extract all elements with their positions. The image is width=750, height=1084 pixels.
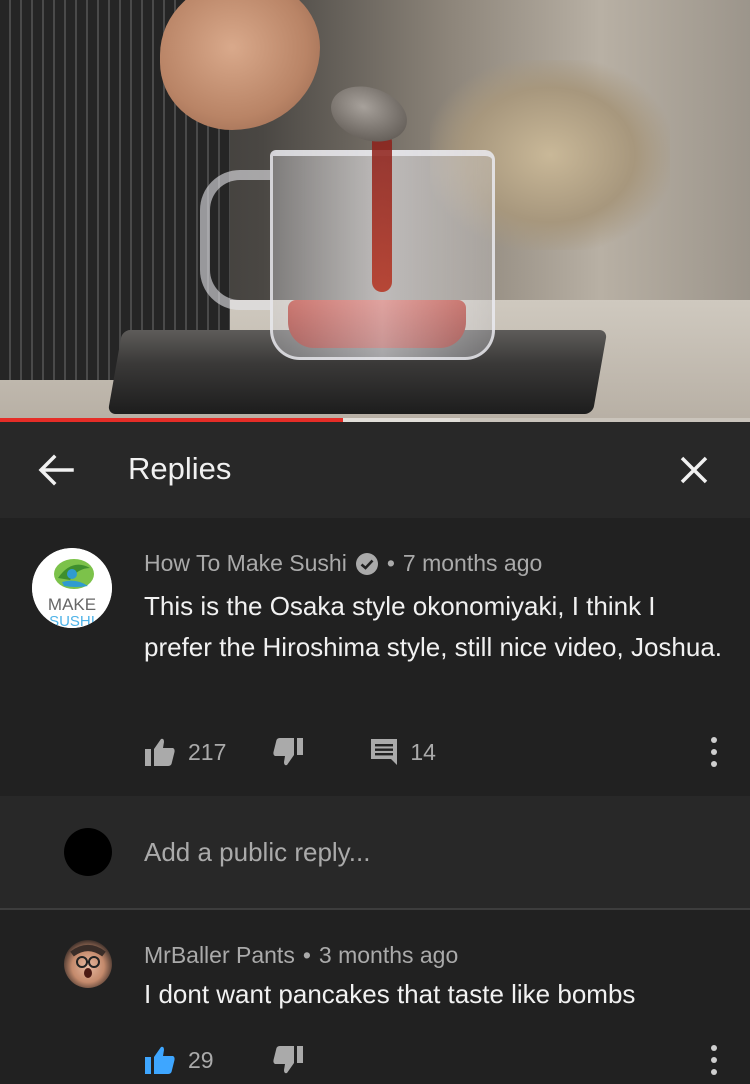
svg-text:SUSHI: SUSHI <box>49 613 95 628</box>
verified-check-icon <box>355 552 379 576</box>
more-options-dot <box>711 761 717 767</box>
more-options-dot <box>711 749 717 755</box>
like-button[interactable]: 217 <box>144 737 226 767</box>
svg-text:MAKE: MAKE <box>48 595 96 614</box>
view-replies-button[interactable]: 14 <box>370 738 436 766</box>
thumbs-down-icon <box>273 738 304 766</box>
replies-header: Replies <box>0 422 750 518</box>
reply-comment: MrBaller Pants • 3 months ago I dont wan… <box>0 910 750 1084</box>
comment-actions: 217 14 <box>144 732 724 772</box>
more-options-button[interactable] <box>700 734 728 770</box>
thumbs-up-icon <box>145 1046 175 1074</box>
comment-text: This is the Osaka style okonomiyaki, I t… <box>144 591 723 662</box>
reply-like-count: 29 <box>188 1046 214 1073</box>
meta-separator: • <box>302 942 311 968</box>
current-user-avatar <box>64 828 112 876</box>
more-options-dot <box>711 1045 717 1051</box>
more-options-dot <box>711 737 717 743</box>
arrow-left-icon <box>38 454 74 486</box>
more-options-dot <box>711 1057 717 1063</box>
reply-actions: 29 <box>144 1040 724 1080</box>
close-button[interactable] <box>668 446 720 494</box>
video-spoon <box>323 77 415 151</box>
video-sauce-drip <box>372 132 392 292</box>
make-sushi-logo-icon: MAKE SUSHI <box>32 548 112 628</box>
reply-author[interactable]: MrBaller Pants <box>144 942 295 969</box>
page-title: Replies <box>128 451 232 486</box>
like-count: 217 <box>188 738 227 765</box>
user-photo-icon <box>70 945 106 978</box>
more-options-dot <box>711 1069 717 1075</box>
reply-time: 3 months ago <box>318 942 459 968</box>
video-jug-handle <box>200 170 270 310</box>
dislike-button[interactable] <box>272 737 304 767</box>
comment-time: 7 months ago <box>402 550 543 576</box>
top-comment: MAKE SUSHI How To Make Sushi • 7 months … <box>0 518 750 796</box>
comment-icon <box>371 739 398 765</box>
reply-dislike-button[interactable] <box>272 1045 304 1075</box>
comment-author[interactable]: How To Make Sushi <box>144 550 347 577</box>
video-player[interactable] <box>0 0 750 422</box>
reply-input[interactable] <box>144 834 704 870</box>
reply-meta: MrBaller Pants • 3 months ago <box>144 942 458 969</box>
thumbs-down-icon <box>272 1046 303 1074</box>
thumbs-up-icon <box>145 738 175 766</box>
reply-like-button[interactable]: 29 <box>144 1045 214 1075</box>
meta-separator: • <box>386 550 395 576</box>
back-button[interactable] <box>30 446 82 494</box>
reply-composer <box>0 796 750 908</box>
video-hand <box>160 0 320 130</box>
channel-avatar[interactable]: MAKE SUSHI <box>32 548 112 628</box>
close-icon <box>680 456 708 484</box>
comment-meta: How To Make Sushi • 7 months ago <box>144 550 542 577</box>
reply-more-options-button[interactable] <box>700 1042 728 1078</box>
reply-author-avatar[interactable] <box>64 940 112 988</box>
reply-text: I dont want pancakes that taste like bom… <box>144 979 636 1009</box>
reply-count: 14 <box>410 738 436 765</box>
